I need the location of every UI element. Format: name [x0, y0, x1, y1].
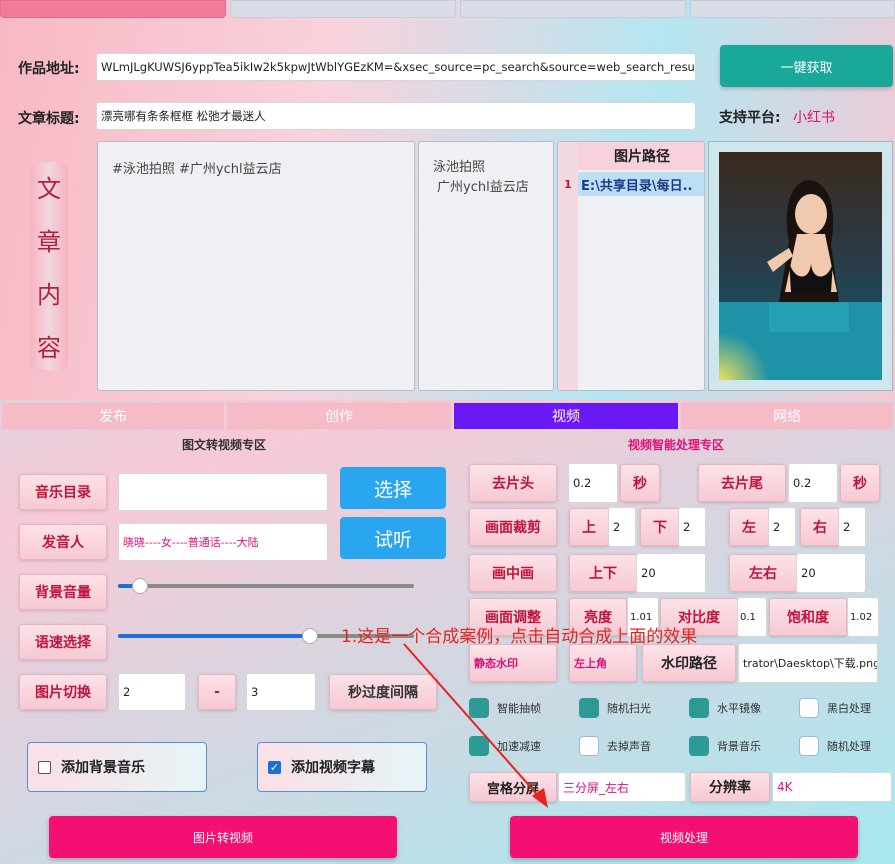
- toggle-icon: [689, 736, 709, 756]
- content-textarea[interactable]: #泳池拍照 #广州ychl益云店: [97, 141, 415, 391]
- pip-label: 画中画: [469, 554, 557, 592]
- crop-up-input[interactable]: 2: [608, 507, 636, 547]
- image-to-video-button[interactable]: 图片转视频: [49, 816, 397, 858]
- fetch-button[interactable]: 一键获取: [720, 45, 893, 87]
- top-tab-1[interactable]: [0, 0, 226, 18]
- row-index: 1: [564, 177, 572, 191]
- toggle-random-sweep[interactable]: 随机扫光: [579, 698, 651, 718]
- add-bg-music-checkbox[interactable]: 添加背景音乐: [27, 742, 207, 792]
- speaker-button[interactable]: 发音人: [19, 524, 107, 560]
- select-button[interactable]: 选择: [340, 467, 446, 509]
- crop-down-input[interactable]: 2: [678, 507, 706, 547]
- trim-tail-unit: 秒: [840, 464, 880, 502]
- music-dir-input[interactable]: [118, 473, 328, 511]
- video-process-button[interactable]: 视频处理: [510, 816, 858, 858]
- image-path-table[interactable]: 图片路径 1 E:\共享目录\每日..: [557, 141, 705, 391]
- grid-split-select[interactable]: 三分屏_左右: [558, 772, 686, 802]
- table-row[interactable]: E:\共享目录\每日..: [578, 172, 704, 196]
- crop-label: 画面裁剪: [469, 508, 557, 546]
- image-switch-label: 图片切换: [19, 674, 107, 710]
- saturation-input[interactable]: 1.02: [847, 597, 879, 637]
- toggle-icon: [579, 698, 599, 718]
- speaker-select[interactable]: 晓晓----女----普通话----大陆: [118, 523, 328, 561]
- article-title-input[interactable]: 漂亮哪有条条框框 松弛才最迷人: [96, 102, 696, 130]
- trim-head-unit: 秒: [620, 464, 660, 502]
- crop-right-label: 右: [800, 508, 840, 546]
- toggle-remove-audio[interactable]: 去掉声音: [579, 736, 651, 756]
- trim-tail-label: 去片尾: [698, 464, 786, 502]
- tab-network[interactable]: 网络: [681, 403, 893, 429]
- tags-textarea[interactable]: 泳池拍照 广州ychl益云店: [418, 141, 554, 391]
- toggle-random-process[interactable]: 随机处理: [799, 736, 871, 756]
- toggle-horizontal-mirror[interactable]: 水平镜像: [689, 698, 761, 718]
- article-content-label: 文 章 内 容: [30, 162, 68, 370]
- watermark-position-select[interactable]: 左上角: [569, 644, 637, 682]
- left-section-title: 图文转视频专区: [182, 438, 267, 452]
- toggle-icon: [579, 736, 599, 756]
- watermark-path-input[interactable]: trator\Daesktop\下载.png: [738, 643, 878, 683]
- bg-volume-label: 背景音量: [19, 574, 107, 610]
- checkbox-icon: [38, 760, 51, 774]
- image-path-header: 图片路径: [578, 142, 704, 170]
- listen-button[interactable]: 试听: [340, 517, 446, 559]
- pip-lr-input[interactable]: 20: [796, 553, 866, 593]
- pip-ud-label: 上下: [569, 554, 637, 592]
- toggle-icon: [799, 736, 819, 756]
- tab-publish[interactable]: 发布: [2, 403, 224, 429]
- bg-volume-slider[interactable]: [118, 584, 414, 588]
- contrast-input[interactable]: 0.1: [737, 597, 767, 637]
- toggle-icon: [799, 698, 819, 718]
- bg-volume-handle[interactable]: [132, 578, 148, 594]
- toggle-bg-music[interactable]: 背景音乐: [689, 736, 761, 756]
- tab-video[interactable]: 视频: [454, 403, 678, 429]
- pip-ud-input[interactable]: 20: [636, 553, 706, 593]
- crop-up-label: 上: [569, 508, 609, 546]
- work-url-input[interactable]: WLmJLgKUWSJ6yppTea5ikIw2k5kpwJtWblYGEzKM…: [96, 53, 696, 81]
- top-tab-2[interactable]: [230, 0, 456, 18]
- right-section-title: 视频智能处理专区: [628, 438, 725, 452]
- speed-label: 语速选择: [19, 624, 107, 660]
- trim-head-label: 去片头: [469, 464, 557, 502]
- trim-tail-input[interactable]: 0.2: [788, 463, 838, 503]
- image-switch-from[interactable]: 2: [118, 673, 186, 711]
- checkmark-icon: ✓: [268, 760, 281, 774]
- work-url-label: 作品地址:: [18, 61, 80, 77]
- range-dash: -: [198, 674, 236, 710]
- platform-label: 支持平台:: [719, 110, 781, 126]
- speed-handle[interactable]: [302, 628, 318, 644]
- platform-value: 小红书: [793, 110, 835, 126]
- tab-create[interactable]: 创作: [227, 403, 451, 429]
- preview-image-frame: [699, 141, 893, 402]
- article-title-label: 文章标题:: [18, 111, 80, 127]
- pip-lr-label: 左右: [729, 554, 797, 592]
- resolution-select[interactable]: 4K: [772, 772, 892, 802]
- saturation-label: 饱和度: [769, 598, 847, 636]
- annotation-arrow-icon: [403, 643, 548, 808]
- toggle-black-white[interactable]: 黑白处理: [799, 698, 871, 718]
- music-dir-button[interactable]: 音乐目录: [19, 474, 107, 510]
- crop-left-label: 左: [729, 508, 769, 546]
- crop-down-label: 下: [640, 508, 680, 546]
- crop-left-input[interactable]: 2: [768, 507, 796, 547]
- watermark-path-label: 水印路径: [642, 644, 736, 682]
- top-tab-3[interactable]: [460, 0, 686, 18]
- resolution-label: 分辨率: [690, 772, 770, 802]
- crop-right-input[interactable]: 2: [838, 507, 866, 547]
- toggle-icon: [689, 698, 709, 718]
- top-tab-4[interactable]: [690, 0, 895, 18]
- woman-pool-photo: [699, 152, 882, 402]
- trim-head-input[interactable]: 0.2: [568, 463, 618, 503]
- image-switch-to[interactable]: 3: [246, 673, 316, 711]
